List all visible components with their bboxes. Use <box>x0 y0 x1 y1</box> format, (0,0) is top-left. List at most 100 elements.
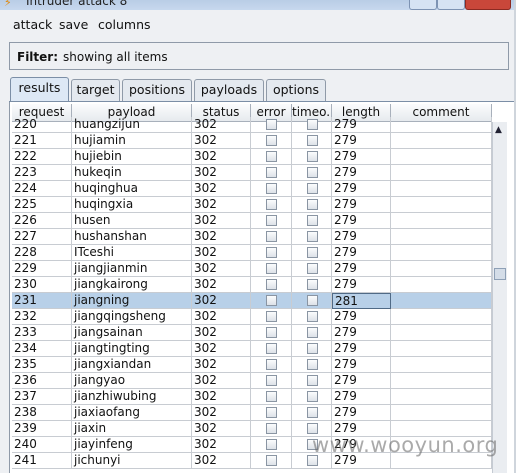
timeout-checkbox[interactable] <box>307 279 318 290</box>
error-checkbox[interactable] <box>266 311 277 322</box>
timeout-checkbox[interactable] <box>307 375 318 386</box>
cell-status: 302 <box>192 437 251 453</box>
cell-length: 279 <box>332 133 391 149</box>
error-checkbox[interactable] <box>266 407 277 418</box>
cell-payload: jiayinfeng <box>72 437 192 453</box>
scroll-up-icon[interactable]: ▲ <box>495 125 502 135</box>
cell-length: 279 <box>332 357 391 373</box>
cell-payload: jiangxiandan <box>72 357 192 373</box>
error-checkbox[interactable] <box>266 279 277 290</box>
table-row[interactable]: 232 jiangqingsheng 302 279 <box>12 309 492 325</box>
table-row[interactable]: 225 huqingxia 302 279 <box>12 197 492 213</box>
cell-status: 302 <box>192 309 251 325</box>
error-checkbox[interactable] <box>266 391 277 402</box>
table-row[interactable]: 229 jiangjianmin 302 279 <box>12 261 492 277</box>
cell-comment <box>391 133 492 149</box>
error-checkbox[interactable] <box>266 135 277 146</box>
table-row[interactable]: 220 huangzijun 302 279 <box>12 117 492 133</box>
table-row[interactable]: 227 hushanshan 302 279 <box>12 229 492 245</box>
cell-status: 302 <box>192 453 251 469</box>
watermark: www.wooyun.org <box>312 433 499 457</box>
timeout-checkbox[interactable] <box>307 247 318 258</box>
error-checkbox[interactable] <box>266 119 277 130</box>
cell-comment <box>391 325 492 341</box>
cell-comment <box>391 117 492 133</box>
table-row[interactable]: 226 husen 302 279 <box>12 213 492 229</box>
timeout-checkbox[interactable] <box>307 183 318 194</box>
tab-target[interactable]: target <box>71 79 120 101</box>
error-checkbox[interactable] <box>266 327 277 338</box>
timeout-checkbox[interactable] <box>307 119 318 130</box>
cell-timeout <box>292 325 332 341</box>
cell-comment <box>391 373 492 389</box>
timeout-checkbox[interactable] <box>307 343 318 354</box>
cell-error <box>251 245 292 261</box>
timeout-checkbox[interactable] <box>307 391 318 402</box>
cell-error <box>251 293 292 309</box>
cell-length: 279 <box>332 341 391 357</box>
filter-value[interactable]: showing all items <box>63 50 168 64</box>
cell-timeout <box>292 197 332 213</box>
cell-timeout <box>292 181 332 197</box>
cell-payload: hujiamin <box>72 133 192 149</box>
error-checkbox[interactable] <box>266 455 277 466</box>
table-row[interactable]: 223 hukeqin 302 279 <box>12 165 492 181</box>
table-row[interactable]: 236 jiangyao 302 279 <box>12 373 492 389</box>
menu-save[interactable]: save <box>59 17 88 32</box>
close-button[interactable] <box>465 0 511 10</box>
tab-payloads[interactable]: payloads <box>194 79 264 101</box>
table-row[interactable]: 222 hujiebin 302 279 <box>12 149 492 165</box>
tab-positions[interactable]: positions <box>122 79 192 101</box>
error-checkbox[interactable] <box>266 151 277 162</box>
table-row[interactable]: 228 ITceshi 302 279 <box>12 245 492 261</box>
tab-options[interactable]: options <box>266 79 326 101</box>
timeout-checkbox[interactable] <box>307 215 318 226</box>
menu-attack[interactable]: attack <box>13 17 52 32</box>
error-checkbox[interactable] <box>266 359 277 370</box>
table-row[interactable]: 230 jiangkairong 302 279 <box>12 277 492 293</box>
timeout-checkbox[interactable] <box>307 199 318 210</box>
timeout-checkbox[interactable] <box>307 135 318 146</box>
timeout-checkbox[interactable] <box>307 151 318 162</box>
timeout-checkbox[interactable] <box>307 295 318 306</box>
menu-columns[interactable]: columns <box>98 17 151 32</box>
error-checkbox[interactable] <box>266 343 277 354</box>
error-checkbox[interactable] <box>266 199 277 210</box>
timeout-checkbox[interactable] <box>307 359 318 370</box>
menu-bar: attack save columns <box>0 10 516 40</box>
timeout-checkbox[interactable] <box>307 311 318 322</box>
cell-payload: jiangning <box>72 293 192 309</box>
error-checkbox[interactable] <box>266 231 277 242</box>
filter-bar[interactable]: Filter: showing all items <box>9 42 509 70</box>
maximize-button[interactable] <box>437 0 465 10</box>
minimize-button[interactable] <box>409 0 437 10</box>
table-row[interactable]: 235 jiangxiandan 302 279 <box>12 357 492 373</box>
timeout-checkbox[interactable] <box>307 263 318 274</box>
tab-results[interactable]: results <box>10 77 69 102</box>
table-row[interactable]: 221 hujiamin 302 279 <box>12 133 492 149</box>
error-checkbox[interactable] <box>266 263 277 274</box>
error-checkbox[interactable] <box>266 295 277 306</box>
error-checkbox[interactable] <box>266 183 277 194</box>
table-row[interactable]: 238 jiaxiaofang 302 279 <box>12 405 492 421</box>
table-row[interactable]: 231 jiangning 302 281 <box>12 293 492 309</box>
timeout-checkbox[interactable] <box>307 327 318 338</box>
table-row[interactable]: 237 jianzhiwubing 302 279 <box>12 389 492 405</box>
scroll-thumb[interactable] <box>494 268 506 280</box>
table-row[interactable]: 233 jiangsainan 302 279 <box>12 325 492 341</box>
error-checkbox[interactable] <box>266 439 277 450</box>
timeout-checkbox[interactable] <box>307 167 318 178</box>
timeout-checkbox[interactable] <box>307 407 318 418</box>
table-row[interactable]: 234 jiangtingting 302 279 <box>12 341 492 357</box>
error-checkbox[interactable] <box>266 167 277 178</box>
timeout-checkbox[interactable] <box>307 231 318 242</box>
vertical-scrollbar[interactable]: ▲ <box>492 122 507 473</box>
error-checkbox[interactable] <box>266 247 277 258</box>
error-checkbox[interactable] <box>266 375 277 386</box>
cell-status: 302 <box>192 277 251 293</box>
table-row[interactable]: 224 huqinghua 302 279 <box>12 181 492 197</box>
error-checkbox[interactable] <box>266 215 277 226</box>
cell-status: 302 <box>192 357 251 373</box>
error-checkbox[interactable] <box>266 423 277 434</box>
cell-error <box>251 213 292 229</box>
